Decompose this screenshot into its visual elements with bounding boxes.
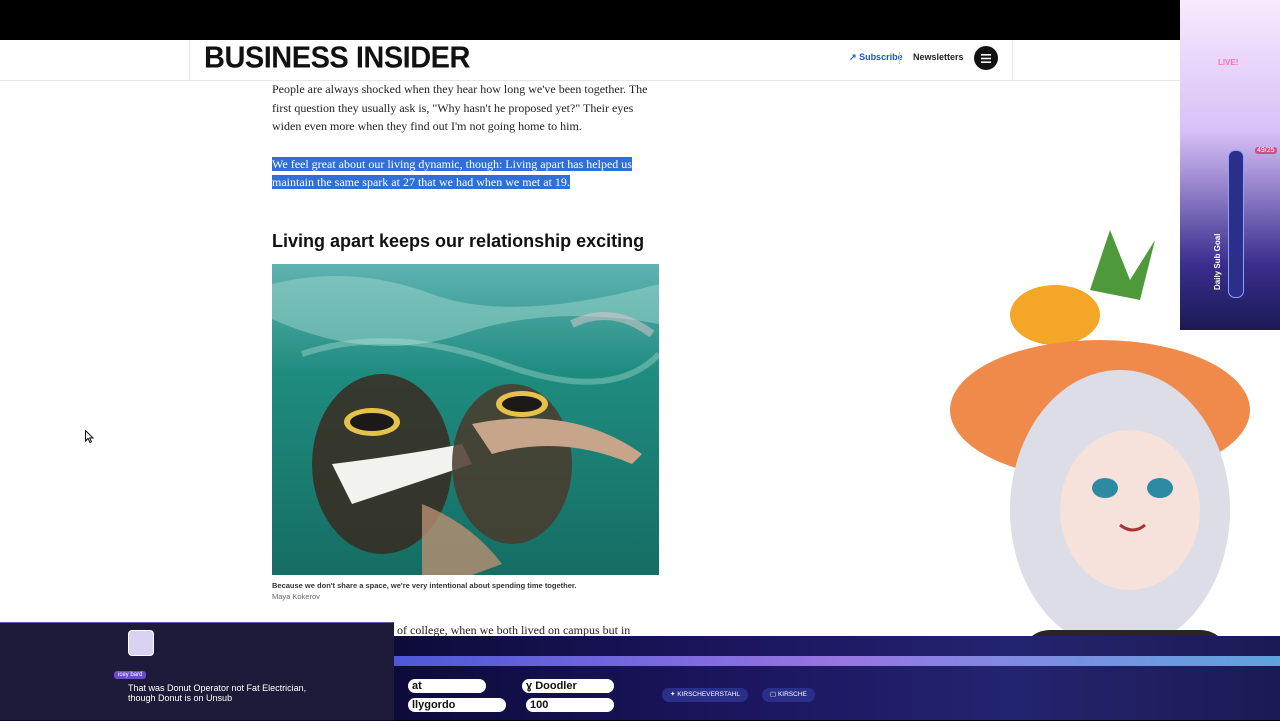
underwater-photo-image xyxy=(272,264,659,575)
article-photo[interactable] xyxy=(272,264,659,575)
sub-goal-count: 49/25 xyxy=(1255,147,1277,154)
site-logo[interactable]: BUSINESS INSIDER xyxy=(204,41,470,76)
subscribe-label: Subscribe xyxy=(859,52,903,62)
chat-user-avatar xyxy=(128,630,154,656)
twitch-icon: ▢ xyxy=(770,691,778,698)
stream-chat-box xyxy=(0,622,394,721)
menu-button[interactable] xyxy=(974,46,998,70)
stat-pill-2: ɣ Doodler xyxy=(522,679,614,693)
stat-pill-2-label: Doodler xyxy=(535,680,577,692)
bottom-bar-glow xyxy=(394,656,1280,666)
article-paragraph-selected: We feel great about our living dynamic, … xyxy=(272,155,662,192)
hamburger-menu-icon xyxy=(981,53,991,63)
article-body: People are always shocked when they hear… xyxy=(272,80,662,192)
browser-top-bar xyxy=(0,0,1280,40)
twitter-handle-label: KIRSCHEVERSTAHL xyxy=(677,691,740,698)
section-heading: Living apart keeps our relationship exci… xyxy=(272,231,645,251)
chat-username: icey bard xyxy=(114,671,147,679)
stat-pill-3: llygordo xyxy=(408,698,506,712)
stat-pill-1: at xyxy=(408,679,486,693)
twitch-handle: ▢ KIRSCHE xyxy=(762,688,815,702)
twitch-handle-label: KIRSCHE xyxy=(777,691,807,698)
header-inner: BUSINESS INSIDER ↗ Subscribe Newsletters xyxy=(189,40,1013,80)
selected-text[interactable]: We feel great about our living dynamic, … xyxy=(272,156,632,189)
header-divider xyxy=(899,52,900,64)
article-paragraph: People are always shocked when they hear… xyxy=(272,82,648,133)
photo-credit: Maya Kokerov xyxy=(272,592,320,601)
chat-message: That was Donut Operator not Fat Electric… xyxy=(128,683,307,703)
subscribe-link[interactable]: ↗ Subscribe xyxy=(849,52,903,63)
site-header: BUSINESS INSIDER ↗ Subscribe Newsletters xyxy=(0,40,1280,81)
newsletters-link[interactable]: Newsletters xyxy=(913,52,964,62)
photo-caption: Because we don't share a space, we're ve… xyxy=(272,581,577,590)
twitter-handle: ✦ KIRSCHEVERSTAHL xyxy=(662,688,748,702)
arrow-icon: ↗ xyxy=(849,52,857,62)
mouse-cursor-icon xyxy=(85,430,94,443)
stat-prefix-icon: ɣ xyxy=(526,680,536,692)
stat-pill-4: 100 xyxy=(526,698,614,712)
live-badge: LIVE! xyxy=(1218,58,1239,67)
